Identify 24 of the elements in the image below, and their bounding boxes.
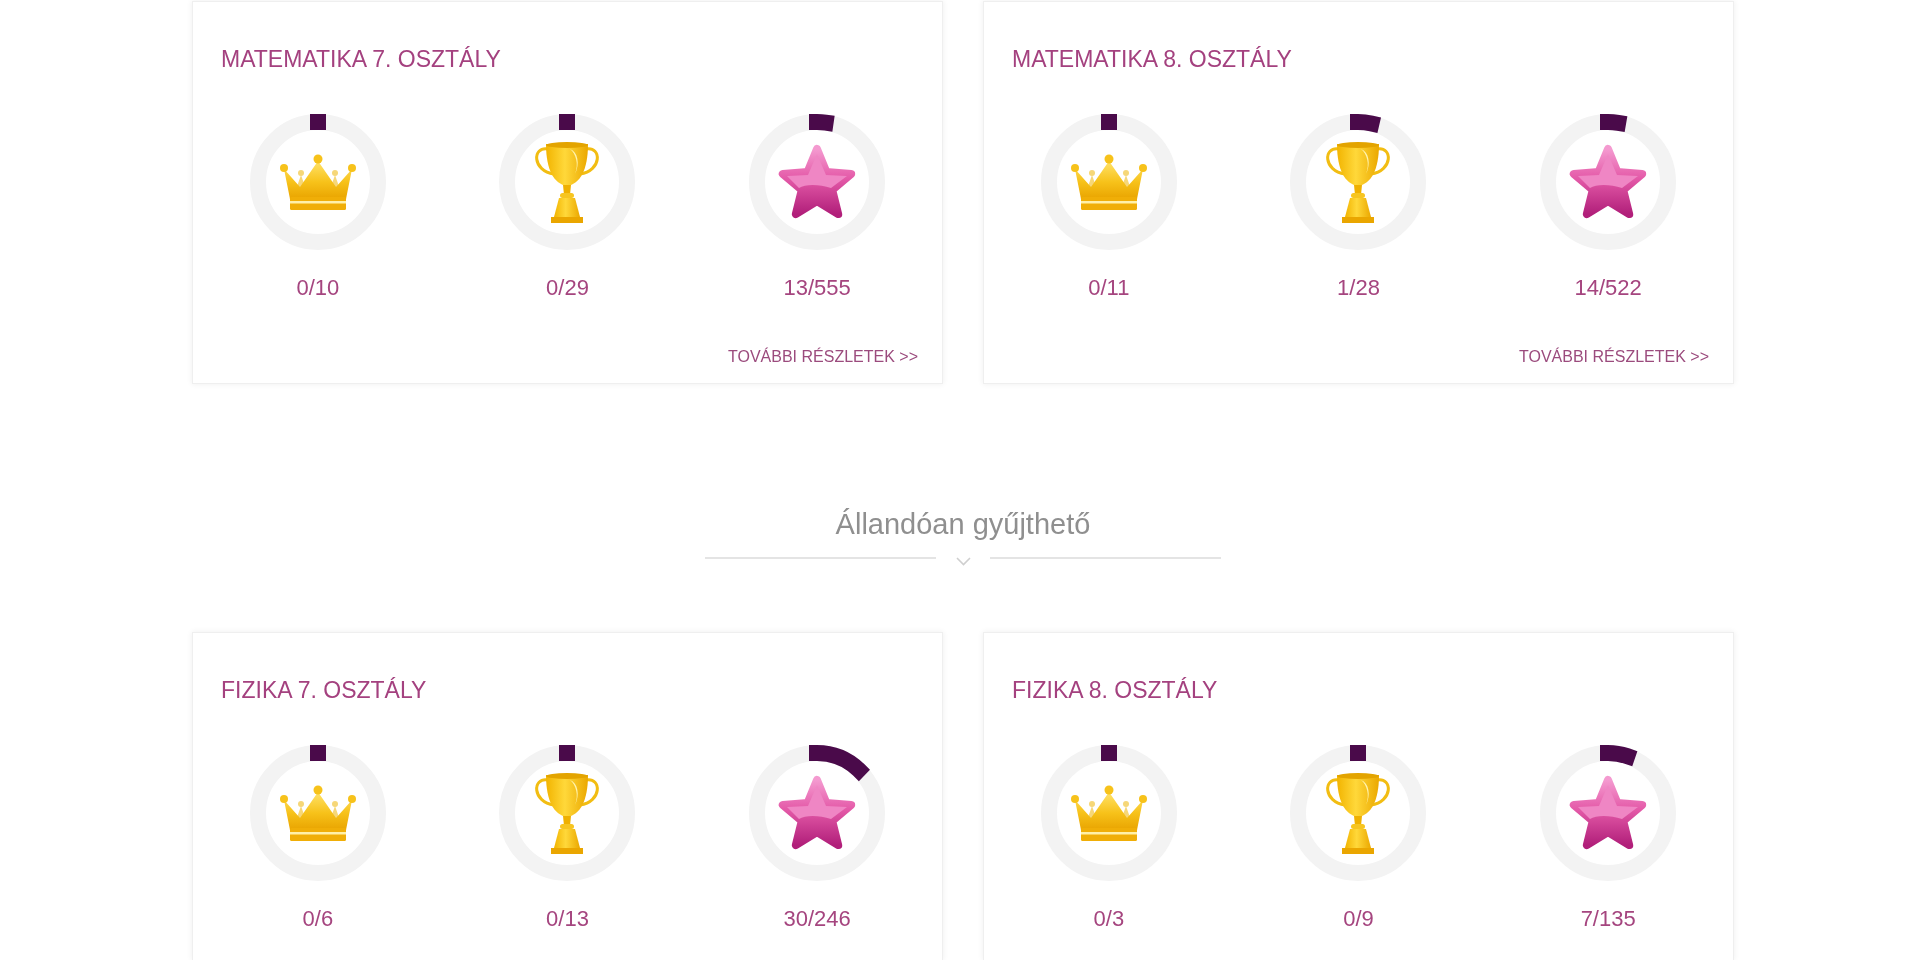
crown-icon — [1070, 784, 1147, 842]
card-title: MATEMATIKA 7. OSZTÁLY — [220, 45, 502, 73]
count-label: 0/29 — [546, 274, 589, 302]
crown-icon — [279, 153, 356, 211]
section-heading: Állandóan gyűjthető — [835, 507, 1091, 542]
card-title: FIZIKA 7. OSZTÁLY — [220, 676, 428, 704]
count-label: 13/555 — [783, 274, 851, 302]
count-label: 0/3 — [1093, 905, 1125, 933]
count-label: 30/246 — [783, 905, 851, 933]
chevron-down-icon — [955, 557, 971, 566]
count-label: 0/6 — [302, 905, 334, 933]
count-label: 7/135 — [1580, 905, 1636, 933]
count-label: 0/10 — [296, 274, 340, 302]
count-label: 0/13 — [546, 905, 589, 933]
count-label: 0/11 — [1088, 274, 1130, 302]
count-label: 14/522 — [1574, 274, 1642, 302]
more-details-link[interactable]: TOVÁBBI RÉSZLETEK >> — [728, 347, 918, 367]
count-label: 0/9 — [1343, 905, 1374, 933]
count-label: 1/28 — [1337, 274, 1380, 302]
more-details-link[interactable]: TOVÁBBI RÉSZLETEK >> — [1519, 347, 1709, 367]
card-title: MATEMATIKA 8. OSZTÁLY — [1011, 45, 1293, 73]
crown-icon — [1070, 153, 1147, 211]
crown-icon — [279, 784, 356, 842]
card-title: FIZIKA 8. OSZTÁLY — [1011, 676, 1219, 704]
